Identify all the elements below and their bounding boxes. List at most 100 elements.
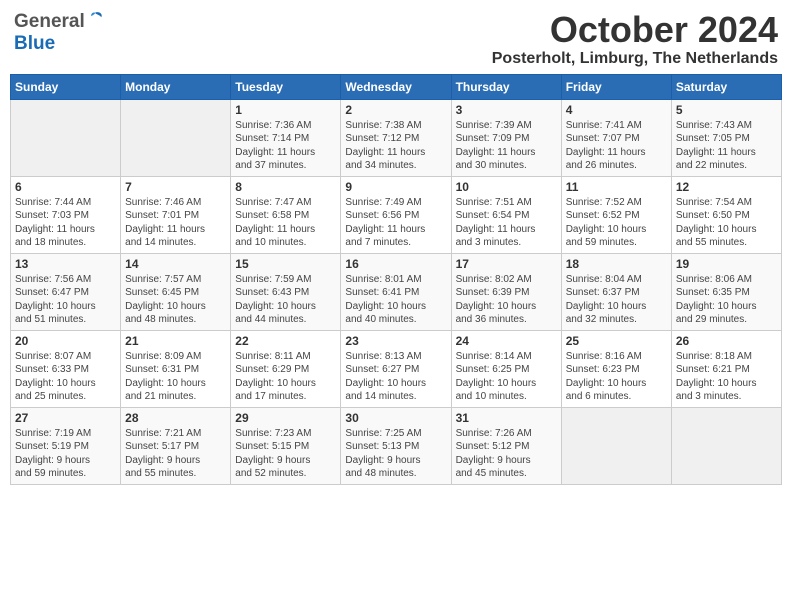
logo: General Blue <box>14 10 104 55</box>
day-info: Sunrise: 8:14 AMSunset: 6:25 PMDaylight:… <box>456 350 557 404</box>
day-info: Sunrise: 7:23 AMSunset: 5:15 PMDaylight:… <box>235 427 336 481</box>
day-cell: 1 Sunrise: 7:36 AMSunset: 7:14 PMDaylight… <box>231 99 341 176</box>
day-cell: 17 Sunrise: 8:02 AMSunset: 6:39 PMDayligh… <box>451 253 561 330</box>
day-cell: 25Sunrise: 8:16 AMSunset: 6:23 PMDayligh… <box>561 330 671 407</box>
day-cell: 10 Sunrise: 7:51 AMSunset: 6:54 PMDayligh… <box>451 176 561 253</box>
day-number: 8 <box>235 180 336 194</box>
day-cell <box>121 99 231 176</box>
logo-bird-icon <box>86 10 104 33</box>
page-header: General Blue October 2024 Posterholt, Li… <box>10 10 782 68</box>
day-number: 23 <box>345 334 446 348</box>
day-number: 13 <box>15 257 116 271</box>
day-number: 17 <box>456 257 557 271</box>
weekday-header-thursday: Thursday <box>451 74 561 99</box>
week-row-3: 13 Sunrise: 7:56 AMSunset: 6:47 PMDayligh… <box>11 253 782 330</box>
day-info: Sunrise: 7:36 AMSunset: 7:14 PMDaylight:… <box>235 119 336 173</box>
day-info: Sunrise: 8:04 AMSunset: 6:37 PMDaylight:… <box>566 273 667 327</box>
day-info: Sunrise: 7:56 AMSunset: 6:47 PMDaylight:… <box>15 273 116 327</box>
day-cell <box>11 99 121 176</box>
day-number: 7 <box>125 180 226 194</box>
weekday-header-friday: Friday <box>561 74 671 99</box>
day-cell: 24 Sunrise: 8:14 AMSunset: 6:25 PMDayligh… <box>451 330 561 407</box>
day-number: 5 <box>676 103 777 117</box>
day-number: 24 <box>456 334 557 348</box>
day-info: Sunrise: 7:46 AMSunset: 7:01 PMDaylight:… <box>125 196 226 250</box>
day-info: Sunrise: 7:57 AMSunset: 6:45 PMDaylight:… <box>125 273 226 327</box>
day-number: 10 <box>456 180 557 194</box>
day-number: 30 <box>345 411 446 425</box>
day-cell: 21 Sunrise: 8:09 AMSunset: 6:31 PMDayligh… <box>121 330 231 407</box>
day-number: 28 <box>125 411 226 425</box>
weekday-header-row: SundayMondayTuesdayWednesdayThursdayFrid… <box>11 74 782 99</box>
day-cell: 18 Sunrise: 8:04 AMSunset: 6:37 PMDayligh… <box>561 253 671 330</box>
day-cell: 5 Sunrise: 7:43 AMSunset: 7:05 PMDaylight… <box>671 99 781 176</box>
day-info: Sunrise: 7:21 AMSunset: 5:17 PMDaylight:… <box>125 427 226 481</box>
day-cell: 6Sunrise: 7:44 AMSunset: 7:03 PMDaylight… <box>11 176 121 253</box>
day-number: 26 <box>676 334 777 348</box>
location-subtitle: Posterholt, Limburg, The Netherlands <box>492 50 778 68</box>
day-cell: 7 Sunrise: 7:46 AMSunset: 7:01 PMDaylight… <box>121 176 231 253</box>
month-title: October 2024 <box>492 10 778 50</box>
day-number: 12 <box>676 180 777 194</box>
weekday-header-monday: Monday <box>121 74 231 99</box>
day-info: Sunrise: 7:47 AMSunset: 6:58 PMDaylight:… <box>235 196 336 250</box>
day-info: Sunrise: 8:18 AMSunset: 6:21 PMDaylight:… <box>676 350 777 404</box>
day-info: Sunrise: 7:43 AMSunset: 7:05 PMDaylight:… <box>676 119 777 173</box>
week-row-5: 27Sunrise: 7:19 AMSunset: 5:19 PMDayligh… <box>11 407 782 484</box>
day-number: 3 <box>456 103 557 117</box>
day-number: 9 <box>345 180 446 194</box>
day-cell: 11 Sunrise: 7:52 AMSunset: 6:52 PMDayligh… <box>561 176 671 253</box>
day-number: 15 <box>235 257 336 271</box>
day-cell: 13 Sunrise: 7:56 AMSunset: 6:47 PMDayligh… <box>11 253 121 330</box>
weekday-header-sunday: Sunday <box>11 74 121 99</box>
day-info: Sunrise: 7:52 AMSunset: 6:52 PMDaylight:… <box>566 196 667 250</box>
logo-general: General <box>14 11 85 33</box>
day-cell: 19Sunrise: 8:06 AMSunset: 6:35 PMDayligh… <box>671 253 781 330</box>
day-info: Sunrise: 7:26 AMSunset: 5:12 PMDaylight:… <box>456 427 557 481</box>
day-cell: 14 Sunrise: 7:57 AMSunset: 6:45 PMDayligh… <box>121 253 231 330</box>
day-number: 31 <box>456 411 557 425</box>
day-cell <box>671 407 781 484</box>
day-number: 1 <box>235 103 336 117</box>
day-info: Sunrise: 7:44 AMSunset: 7:03 PMDaylight:… <box>15 196 116 250</box>
day-number: 16 <box>345 257 446 271</box>
day-number: 18 <box>566 257 667 271</box>
day-number: 21 <box>125 334 226 348</box>
day-cell: 31 Sunrise: 7:26 AMSunset: 5:12 PMDayligh… <box>451 407 561 484</box>
day-cell: 12 Sunrise: 7:54 AMSunset: 6:50 PMDayligh… <box>671 176 781 253</box>
day-cell: 27Sunrise: 7:19 AMSunset: 5:19 PMDayligh… <box>11 407 121 484</box>
weekday-header-tuesday: Tuesday <box>231 74 341 99</box>
day-cell: 23 Sunrise: 8:13 AMSunset: 6:27 PMDayligh… <box>341 330 451 407</box>
day-info: Sunrise: 8:16 AMSunset: 6:23 PMDaylight:… <box>566 350 667 404</box>
day-info: Sunrise: 7:54 AMSunset: 6:50 PMDaylight:… <box>676 196 777 250</box>
logo-blue-text: Blue <box>14 33 55 54</box>
day-cell: 15 Sunrise: 7:59 AMSunset: 6:43 PMDayligh… <box>231 253 341 330</box>
week-row-4: 20Sunrise: 8:07 AMSunset: 6:33 PMDayligh… <box>11 330 782 407</box>
day-info: Sunrise: 8:11 AMSunset: 6:29 PMDaylight:… <box>235 350 336 404</box>
day-number: 14 <box>125 257 226 271</box>
day-info: Sunrise: 7:39 AMSunset: 7:09 PMDaylight:… <box>456 119 557 173</box>
day-info: Sunrise: 7:25 AMSunset: 5:13 PMDaylight:… <box>345 427 446 481</box>
day-info: Sunrise: 8:13 AMSunset: 6:27 PMDaylight:… <box>345 350 446 404</box>
day-number: 27 <box>15 411 116 425</box>
day-info: Sunrise: 8:06 AMSunset: 6:35 PMDaylight:… <box>676 273 777 327</box>
day-info: Sunrise: 7:41 AMSunset: 7:07 PMDaylight:… <box>566 119 667 173</box>
day-cell: 20Sunrise: 8:07 AMSunset: 6:33 PMDayligh… <box>11 330 121 407</box>
day-number: 22 <box>235 334 336 348</box>
day-cell <box>561 407 671 484</box>
day-number: 11 <box>566 180 667 194</box>
day-info: Sunrise: 8:07 AMSunset: 6:33 PMDaylight:… <box>15 350 116 404</box>
day-number: 4 <box>566 103 667 117</box>
day-info: Sunrise: 8:09 AMSunset: 6:31 PMDaylight:… <box>125 350 226 404</box>
day-info: Sunrise: 8:02 AMSunset: 6:39 PMDaylight:… <box>456 273 557 327</box>
day-cell: 28 Sunrise: 7:21 AMSunset: 5:17 PMDayligh… <box>121 407 231 484</box>
day-cell: 3 Sunrise: 7:39 AMSunset: 7:09 PMDaylight… <box>451 99 561 176</box>
day-cell: 8 Sunrise: 7:47 AMSunset: 6:58 PMDaylight… <box>231 176 341 253</box>
calendar-table: SundayMondayTuesdayWednesdayThursdayFrid… <box>10 74 782 485</box>
day-cell: 30 Sunrise: 7:25 AMSunset: 5:13 PMDayligh… <box>341 407 451 484</box>
day-cell: 22 Sunrise: 8:11 AMSunset: 6:29 PMDayligh… <box>231 330 341 407</box>
day-info: Sunrise: 7:51 AMSunset: 6:54 PMDaylight:… <box>456 196 557 250</box>
day-info: Sunrise: 7:59 AMSunset: 6:43 PMDaylight:… <box>235 273 336 327</box>
week-row-1: 1 Sunrise: 7:36 AMSunset: 7:14 PMDaylight… <box>11 99 782 176</box>
title-area: October 2024 Posterholt, Limburg, The Ne… <box>492 10 778 68</box>
